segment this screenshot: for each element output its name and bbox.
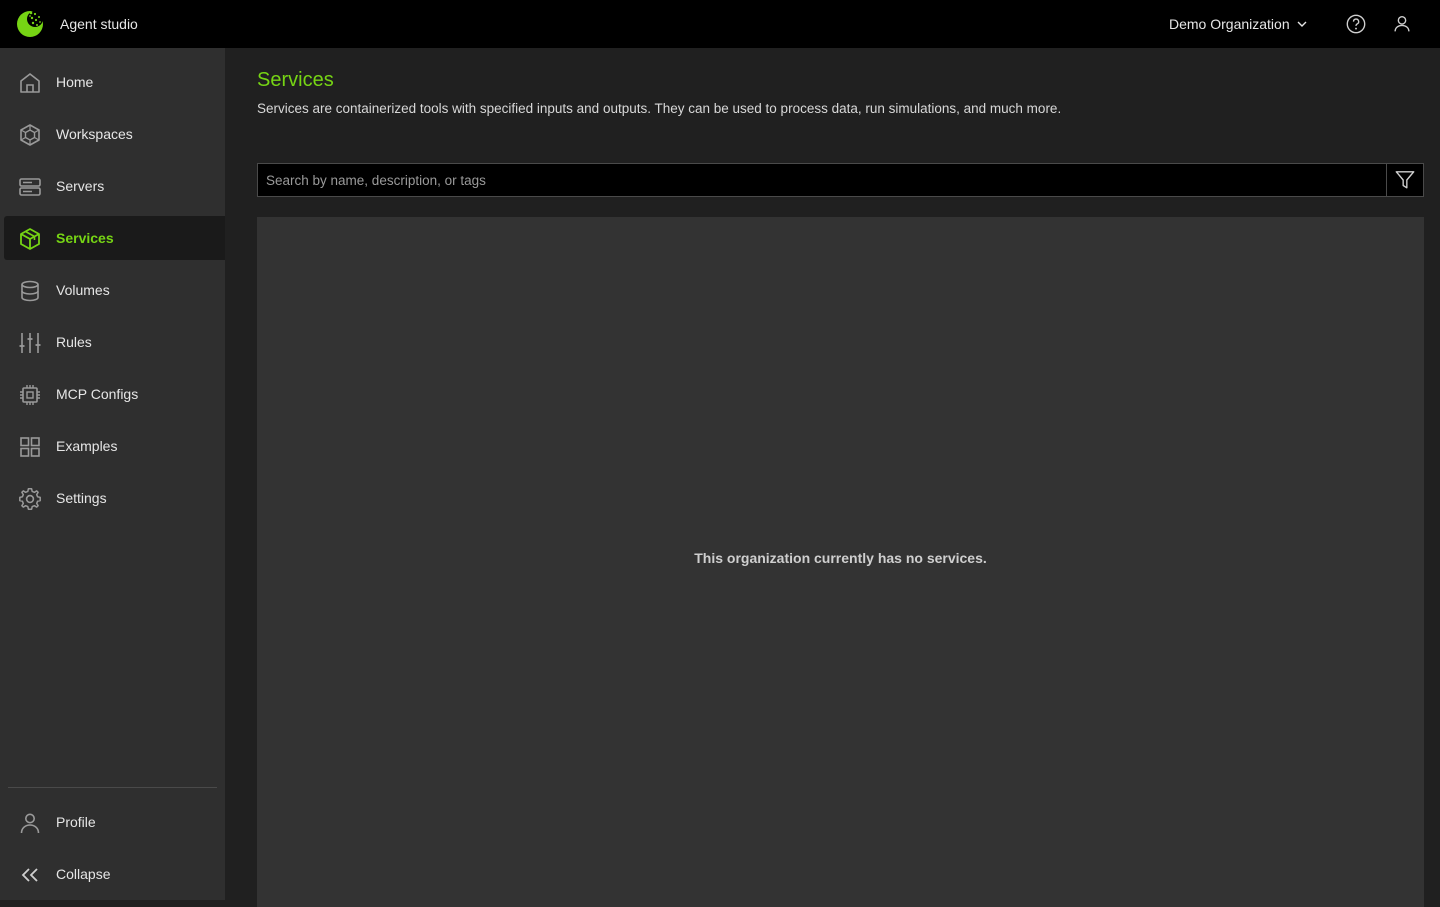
sidebar-item-label: Examples [56,438,118,454]
sidebar-collapse-button[interactable]: Collapse [4,852,225,896]
app-logo-icon[interactable] [15,9,45,39]
sidebar-item-examples[interactable]: Examples [4,424,225,468]
search-input[interactable] [258,164,1386,196]
sidebar-item-label: Rules [56,334,92,350]
sidebar-item-volumes[interactable]: Volumes [4,268,225,312]
sidebar-item-workspaces[interactable]: Workspaces [4,112,225,156]
grid-icon [20,437,40,457]
top-bar: Agent studio Demo Organization [0,0,1440,48]
services-list-panel: This organization currently has no servi… [257,217,1424,907]
sidebar-item-label: Collapse [56,866,111,882]
servers-icon [19,178,41,196]
sidebar-item-rules[interactable]: Rules [4,320,225,364]
organization-name: Demo Organization [1169,16,1290,32]
sidebar-item-label: Services [56,230,114,246]
rules-icon [19,333,41,353]
search-bar [257,163,1424,197]
help-circle-icon[interactable] [1345,13,1367,35]
sidebar-item-label: Volumes [56,282,110,298]
empty-state-message: This organization currently has no servi… [694,550,987,566]
sidebar-item-home[interactable]: Home [4,60,225,104]
sidebar-item-settings[interactable]: Settings [4,476,225,520]
double-chevron-left-icon [21,868,38,882]
sidebar-item-services[interactable]: Services [4,216,225,260]
services-icon [20,228,40,250]
sidebar-item-label: MCP Configs [56,386,139,402]
sidebar-item-mcp-configs[interactable]: MCP Configs [4,372,225,416]
gear-icon [19,488,41,510]
page-description: Services are containerized tools with sp… [257,101,1062,116]
workspaces-icon [20,124,40,146]
page-title: Services [257,69,334,91]
sidebar-divider [8,787,217,788]
app-title[interactable]: Agent studio [60,16,138,32]
filter-button[interactable] [1386,164,1423,196]
chip-icon [20,385,40,405]
filter-icon [1395,171,1415,189]
sidebar-item-label: Settings [56,490,107,506]
main-content: Services Services are containerized tool… [225,48,1440,907]
user-icon[interactable] [1391,13,1413,35]
sidebar-item-label: Home [56,74,94,90]
organization-selector[interactable]: Demo Organization [1169,15,1308,33]
user-icon [20,813,40,834]
sidebar-item-servers[interactable]: Servers [4,164,225,208]
volumes-icon [21,280,39,302]
sidebar-item-label: Profile [56,814,96,830]
sidebar: Home Workspaces Servers Services Volumes… [0,48,225,900]
sidebar-item-profile[interactable]: Profile [4,800,225,844]
sidebar-item-label: Servers [56,178,105,194]
chevron-down-icon [1297,21,1307,27]
home-icon [20,73,40,93]
sidebar-item-label: Workspaces [56,126,133,142]
